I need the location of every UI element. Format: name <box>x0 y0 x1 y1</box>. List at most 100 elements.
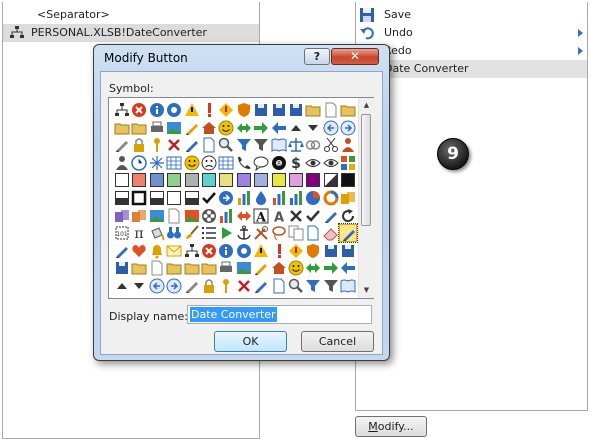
shield-icon[interactable] <box>235 101 253 119</box>
boxes-icon[interactable] <box>339 189 357 207</box>
ok-button[interactable]: OK <box>214 331 287 352</box>
key-icon[interactable] <box>217 277 235 295</box>
arrow-lc-icon[interactable] <box>322 119 340 137</box>
arrow-r-icon[interactable] <box>322 259 340 277</box>
scissors-icon[interactable] <box>322 136 340 154</box>
sq-icon[interactable] <box>252 171 270 189</box>
picture-icon[interactable] <box>235 259 253 277</box>
x-icon[interactable] <box>287 207 305 225</box>
bang-icon[interactable] <box>200 101 218 119</box>
page-icon[interactable] <box>200 136 218 154</box>
refresh-icon[interactable] <box>339 207 357 225</box>
bubble-icon[interactable] <box>252 154 270 172</box>
sq-icon[interactable] <box>130 171 148 189</box>
disk-icon[interactable] <box>252 101 270 119</box>
display-name-input[interactable]: Date Converter <box>187 305 372 324</box>
scroll-thumb[interactable] <box>361 114 371 226</box>
arrows-icon[interactable] <box>235 207 253 225</box>
scale-icon[interactable] <box>287 136 305 154</box>
copy-icon[interactable] <box>287 224 305 242</box>
bars-icon[interactable] <box>235 189 253 207</box>
filter-icon[interactable] <box>252 136 270 154</box>
chart-icon[interactable] <box>287 189 305 207</box>
filter-icon[interactable] <box>322 277 340 295</box>
printer-icon[interactable] <box>148 119 166 137</box>
pencil-icon[interactable] <box>183 277 201 295</box>
check-icon[interactable] <box>304 207 322 225</box>
arrow-lc-icon[interactable] <box>148 277 166 295</box>
book-icon[interactable] <box>339 277 357 295</box>
pen-icon[interactable] <box>113 242 131 260</box>
arrows-icon[interactable] <box>304 259 322 277</box>
anchor-icon[interactable] <box>235 224 253 242</box>
house-icon[interactable] <box>200 119 218 137</box>
page-icon[interactable] <box>304 224 322 242</box>
sq-icon[interactable] <box>148 171 166 189</box>
sq-h-icon[interactable] <box>148 189 166 207</box>
tree-icon[interactable] <box>113 101 131 119</box>
page-icon[interactable] <box>322 101 340 119</box>
sq-icon[interactable] <box>287 171 305 189</box>
dollar-icon[interactable]: $ <box>287 154 305 172</box>
circ-o-icon[interactable] <box>235 242 253 260</box>
pencil-icon[interactable] <box>252 259 270 277</box>
sq-icon[interactable] <box>113 171 131 189</box>
disks-icon[interactable] <box>287 101 305 119</box>
arrow-d-icon[interactable] <box>304 119 322 137</box>
donut-icon[interactable] <box>322 189 340 207</box>
circ-i-icon[interactable] <box>148 101 166 119</box>
person-icon[interactable] <box>113 154 131 172</box>
arrows-icon[interactable] <box>235 119 253 137</box>
close-button[interactable]: ✕ <box>331 48 379 65</box>
folder-icon[interactable] <box>165 259 183 277</box>
bell-icon[interactable] <box>148 242 166 260</box>
arrow-l-icon[interactable] <box>339 259 357 277</box>
symbol-grid[interactable]: 8 $ A A 101 π <box>113 101 359 297</box>
sq-icon[interactable] <box>270 171 288 189</box>
bang-icon[interactable] <box>270 242 288 260</box>
folder-icon[interactable] <box>200 259 218 277</box>
sq-icon[interactable] <box>235 171 253 189</box>
list-item-separator[interactable]: <Separator> <box>3 6 293 24</box>
diamond-icon[interactable] <box>217 101 235 119</box>
x-icon[interactable] <box>165 136 183 154</box>
disks-icon[interactable] <box>270 101 288 119</box>
bucket-icon[interactable] <box>148 224 166 242</box>
sq-d-icon[interactable] <box>322 171 340 189</box>
smile-icon[interactable] <box>287 259 305 277</box>
lasso-icon[interactable] <box>270 224 288 242</box>
arrow-u-icon[interactable] <box>113 277 131 295</box>
page-icon[interactable] <box>148 259 166 277</box>
tree-icon[interactable] <box>183 242 201 260</box>
book-icon[interactable] <box>270 136 288 154</box>
eye-icon[interactable] <box>322 154 340 172</box>
tri-icon[interactable] <box>183 101 201 119</box>
lock-icon[interactable] <box>130 136 148 154</box>
A-box-icon[interactable]: A <box>270 207 288 225</box>
tri-icon[interactable] <box>252 242 270 260</box>
folder-icon[interactable] <box>183 259 201 277</box>
modify-button[interactable]: Modify... <box>355 416 427 437</box>
x-icon[interactable] <box>235 277 253 295</box>
list-icon[interactable] <box>200 224 218 242</box>
list-item-redo[interactable]: Redo <box>356 42 587 60</box>
grid-icon[interactable] <box>217 154 235 172</box>
film-icon[interactable] <box>200 207 218 225</box>
sel-icon[interactable]: 101 <box>113 224 131 242</box>
sq-icon[interactable] <box>165 171 183 189</box>
sq-o-icon[interactable] <box>130 189 148 207</box>
brush-icon[interactable] <box>183 224 201 242</box>
chart-icon[interactable] <box>270 189 288 207</box>
chart-icon[interactable] <box>217 207 235 225</box>
list-item-undo[interactable]: Undo <box>356 24 587 42</box>
page-icon[interactable] <box>165 207 183 225</box>
pencil-icon[interactable] <box>183 136 201 154</box>
arrow-rc-icon[interactable] <box>165 277 183 295</box>
win-icon[interactable] <box>339 154 357 172</box>
symbol-picker[interactable]: 8 $ A A 101 π ▲ ▼ <box>108 97 374 299</box>
binoc-icon[interactable] <box>165 224 183 242</box>
drop-icon[interactable] <box>252 189 270 207</box>
sq-icon[interactable] <box>217 171 235 189</box>
lock-icon[interactable] <box>200 277 218 295</box>
tools-icon[interactable] <box>252 224 270 242</box>
